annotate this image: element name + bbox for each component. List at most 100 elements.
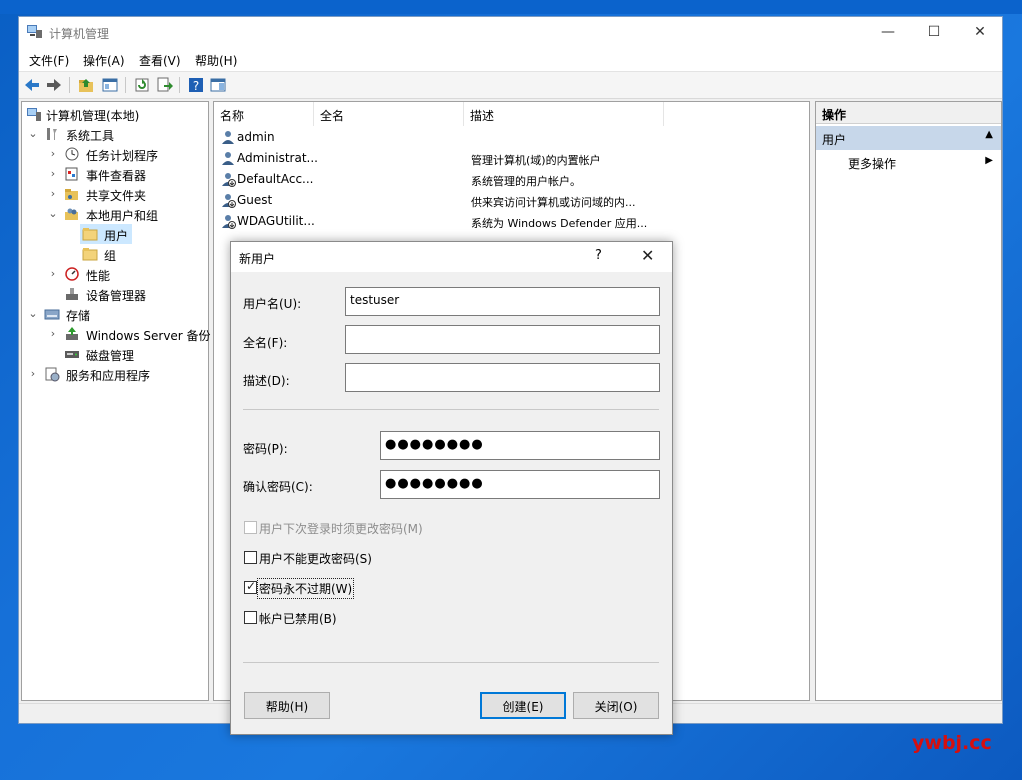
- tree-label: 性能: [86, 269, 111, 283]
- chevron-right-icon[interactable]: ›: [48, 267, 58, 280]
- menu-view[interactable]: 查看(V): [139, 52, 181, 69]
- table-row[interactable]: admin: [214, 127, 809, 148]
- chevron-down-icon[interactable]: ⌄: [28, 307, 38, 320]
- tree-label: 共享文件夹: [86, 189, 147, 203]
- svg-text:?: ?: [193, 79, 199, 93]
- device-manager-icon: [66, 288, 78, 300]
- tree-item-shared-folders[interactable]: › 共享文件夹: [22, 184, 208, 204]
- divider: [243, 409, 659, 410]
- back-arrow-icon[interactable]: [23, 76, 41, 94]
- password-field[interactable]: ●●●●●●●●: [380, 431, 660, 460]
- services-icon: [45, 367, 60, 382]
- cannot-change-password-checkbox[interactable]: [244, 551, 257, 564]
- toolbar-separator: [125, 77, 126, 93]
- clock-icon: [65, 147, 79, 161]
- user-description: 管理计算机(域)的内置帐户: [471, 154, 601, 167]
- change-password-next-logon-checkbox[interactable]: [244, 521, 257, 534]
- collapse-up-icon[interactable]: ▲: [985, 129, 993, 140]
- user-description: 供来宾访问计算机或访问域的内...: [471, 196, 636, 209]
- tools-icon: [47, 128, 57, 140]
- backup-icon: [66, 327, 78, 340]
- up-folder-icon[interactable]: [77, 76, 95, 94]
- more-actions-item[interactable]: 更多操作 ▶: [816, 152, 1001, 172]
- tree-item-windows-server-backup[interactable]: › Windows Server 备份: [22, 324, 211, 344]
- menu-bar: 文件(F) 操作(A) 查看(V) 帮助(H): [19, 47, 1002, 71]
- maximize-button[interactable]: ☐: [911, 17, 957, 47]
- performance-icon: [65, 267, 79, 281]
- menu-help[interactable]: 帮助(H): [195, 52, 237, 69]
- tree-item-disk-management[interactable]: 磁盘管理: [22, 344, 208, 364]
- dialog-close-icon[interactable]: ✕: [641, 246, 654, 265]
- tree-item-local-users-groups[interactable]: ⌄ 本地用户和组: [22, 204, 208, 224]
- close-window-button[interactable]: ✕: [957, 17, 1003, 47]
- tree-item-system-tools[interactable]: ⌄ 系统工具: [22, 124, 208, 144]
- chevron-right-icon[interactable]: ›: [48, 187, 58, 200]
- actions-section-users[interactable]: 用户 ▲: [816, 126, 1001, 150]
- help-icon[interactable]: ?: [187, 76, 205, 94]
- user-description: 系统管理的用户帐户。: [471, 175, 581, 188]
- navigation-tree: 计算机管理(本地) ⌄ 系统工具 › 任务计划程序 › 事件查看器 › 共享文件…: [21, 101, 211, 701]
- user-description: 系统为 Windows Defender 应用...: [471, 217, 648, 230]
- actions-pane: 操作 用户 ▲ 更多操作 ▶: [815, 101, 1002, 701]
- tree-item-device-manager[interactable]: 设备管理器: [22, 284, 208, 304]
- more-actions-label: 更多操作: [848, 157, 897, 171]
- chevron-down-icon[interactable]: ⌄: [48, 207, 58, 220]
- export-list-icon[interactable]: [155, 76, 173, 94]
- confirm-password-field[interactable]: ●●●●●●●●: [380, 470, 660, 499]
- tree-item-computer-management[interactable]: 计算机管理(本地): [22, 104, 208, 124]
- password-never-expires-checkbox[interactable]: ✓: [244, 579, 257, 594]
- forward-arrow-icon[interactable]: [45, 76, 63, 94]
- tree-item-users[interactable]: 用户: [22, 224, 132, 244]
- tree-item-task-scheduler[interactable]: › 任务计划程序: [22, 144, 208, 164]
- minimize-button[interactable]: —: [865, 17, 911, 47]
- fullname-field[interactable]: [345, 325, 660, 354]
- chevron-right-icon[interactable]: ›: [28, 367, 38, 380]
- tree-item-storage[interactable]: ⌄ 存储: [22, 304, 208, 324]
- tree-item-services-apps[interactable]: › 服务和应用程序: [22, 364, 208, 384]
- show-hide-action-pane-icon[interactable]: [209, 76, 227, 94]
- menu-action[interactable]: 操作(A): [83, 52, 125, 69]
- menu-file[interactable]: 文件(F): [29, 52, 69, 69]
- storage-icon: [44, 309, 60, 320]
- dialog-title-bar[interactable]: 新用户 ? ✕: [231, 242, 672, 272]
- disabled-user-icon: [222, 194, 236, 208]
- tree-label: Windows Server 备份: [86, 329, 211, 343]
- column-header-name[interactable]: 名称: [214, 102, 314, 126]
- tree-label: 本地用户和组: [86, 209, 159, 223]
- actions-header: 操作: [816, 102, 1001, 124]
- table-row[interactable]: Administrat... 管理计算机(域)的内置帐户: [214, 148, 809, 169]
- help-button[interactable]: 帮助(H): [244, 692, 330, 719]
- change-password-next-logon-label: 用户下次登录时须更改密码(M): [259, 522, 423, 536]
- toolbar: ?: [19, 71, 1002, 99]
- user-icon: [222, 152, 234, 165]
- chevron-right-icon[interactable]: ›: [48, 147, 58, 160]
- tree-item-event-viewer[interactable]: › 事件查看器: [22, 164, 208, 184]
- folder-icon: [82, 228, 98, 241]
- title-bar[interactable]: 计算机管理 — ☐ ✕: [19, 17, 1002, 47]
- new-user-dialog: 新用户 ? ✕ 用户名(U): testuser 全名(F): 描述(D): 密…: [230, 241, 673, 735]
- close-button[interactable]: 关闭(O): [573, 692, 659, 719]
- create-button[interactable]: 创建(E): [480, 692, 566, 719]
- refresh-icon[interactable]: [133, 76, 151, 94]
- divider: [243, 662, 659, 663]
- description-field[interactable]: [345, 363, 660, 392]
- fullname-label: 全名(F):: [243, 336, 288, 350]
- account-disabled-checkbox[interactable]: [244, 611, 257, 624]
- dialog-title: 新用户: [239, 252, 276, 266]
- chevron-down-icon[interactable]: ⌄: [28, 127, 38, 140]
- tree-item-performance[interactable]: › 性能: [22, 264, 208, 284]
- username-field[interactable]: testuser: [345, 287, 660, 316]
- toolbar-separator: [69, 77, 70, 93]
- table-row[interactable]: Guest 供来宾访问计算机或访问域的内...: [214, 190, 809, 211]
- tree-label: 设备管理器: [86, 289, 147, 303]
- tree-item-groups[interactable]: 组: [22, 244, 208, 264]
- dialog-help-button[interactable]: ?: [595, 248, 602, 263]
- chevron-right-icon[interactable]: ›: [48, 167, 58, 180]
- column-header-description[interactable]: 描述: [464, 102, 664, 126]
- table-row[interactable]: DefaultAcc... 系统管理的用户帐户。: [214, 169, 809, 190]
- show-hide-tree-icon[interactable]: [101, 76, 119, 94]
- table-row[interactable]: WDAGUtilit... 系统为 Windows Defender 应用...: [214, 211, 809, 232]
- chevron-right-icon[interactable]: ›: [48, 327, 58, 340]
- tree-label: 用户: [104, 229, 129, 243]
- column-header-fullname[interactable]: 全名: [314, 102, 464, 126]
